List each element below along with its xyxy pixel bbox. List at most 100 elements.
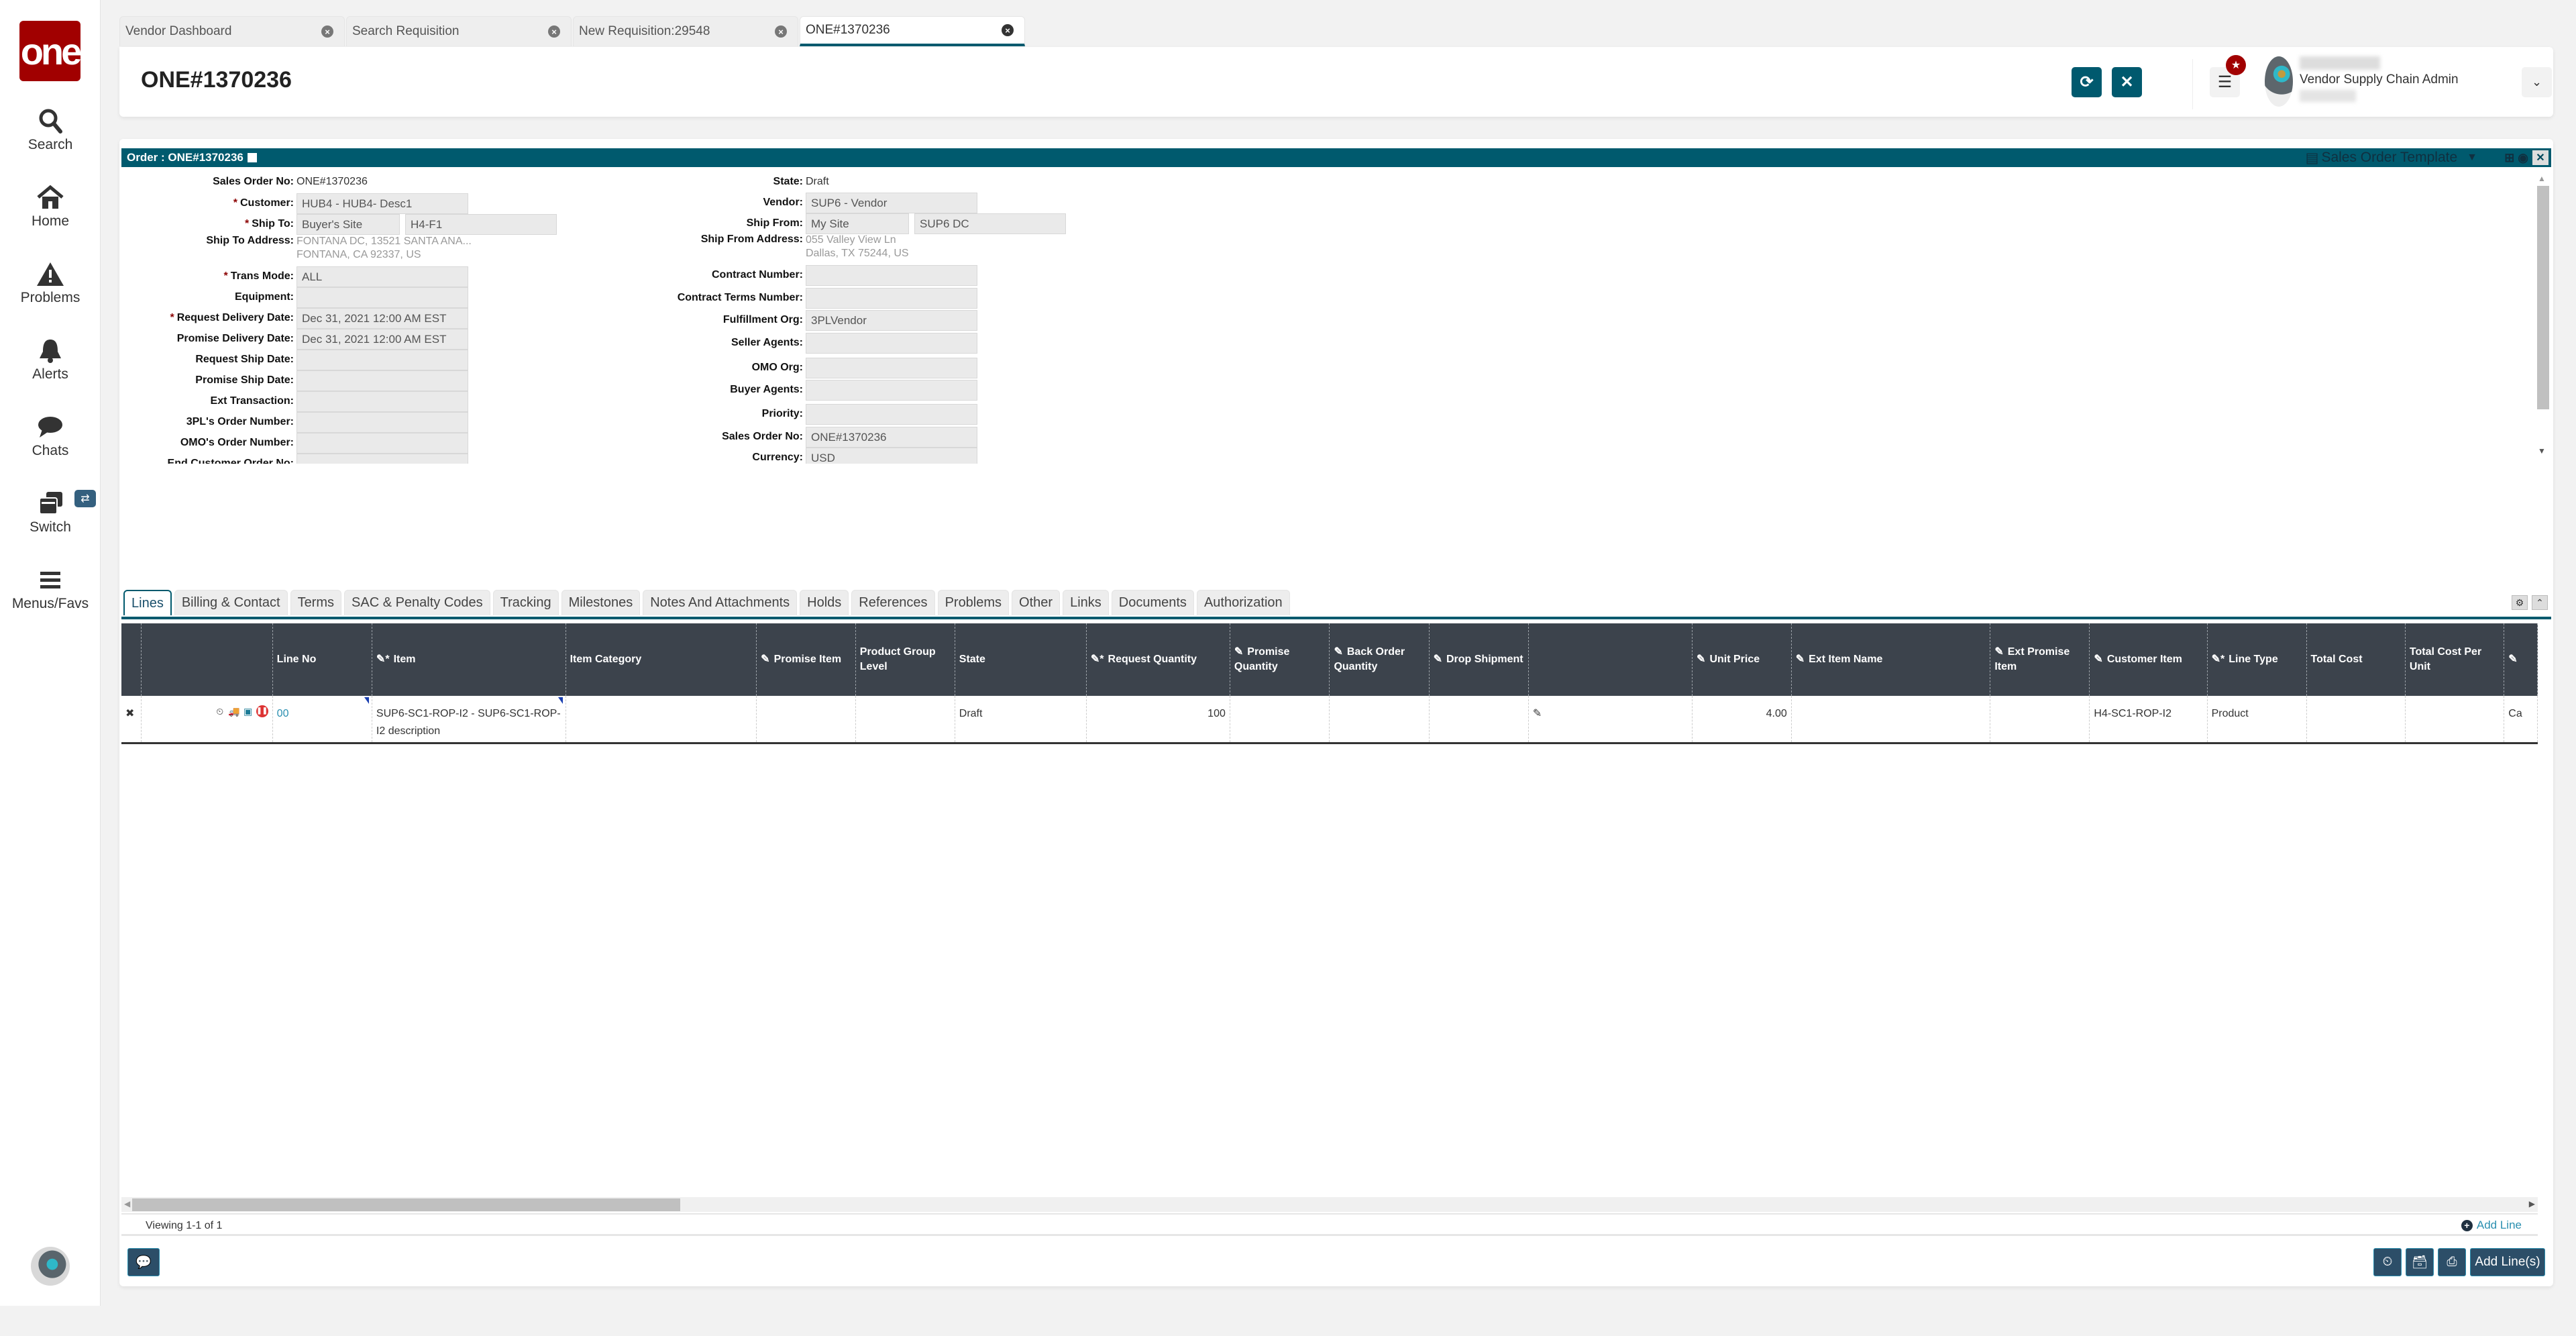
column-header-drop_shipment[interactable]: ✎ Drop Shipment	[1429, 623, 1529, 696]
tab-terms[interactable]: Terms	[290, 590, 342, 615]
ship-from-type-field[interactable]: My Site	[806, 213, 909, 234]
tab-new-requisition[interactable]: New Requisition:29548 ×	[573, 16, 798, 46]
grid-horizontal-scrollbar[interactable]: ◀ ▶	[121, 1197, 2538, 1212]
close-tab-icon[interactable]: ×	[321, 25, 333, 38]
tab-milestones[interactable]: Milestones	[561, 590, 641, 615]
nav-chats[interactable]: Chats	[0, 413, 101, 459]
user-menu-dropdown[interactable]: ⌄	[2522, 67, 2552, 97]
sales-order-no-field[interactable]: ONE#1370236	[806, 426, 977, 448]
tab-order[interactable]: ONE#1370236 ×	[800, 16, 1025, 46]
chat-button[interactable]: 💬	[127, 1248, 160, 1276]
column-header-total_cost_per_unit[interactable]: Total Cost Per Unit	[2405, 623, 2505, 696]
tab-documents[interactable]: Documents	[1111, 590, 1194, 615]
schedule-list-icon[interactable]: ⏲	[214, 705, 226, 717]
nav-problems[interactable]: Problems	[0, 260, 101, 306]
add-line-link[interactable]: + Add Line	[2461, 1219, 2522, 1232]
tab-tracking[interactable]: Tracking	[492, 590, 559, 615]
column-label: State	[959, 654, 985, 665]
close-tab-icon[interactable]: ×	[775, 25, 787, 38]
ship-from-site-field[interactable]: SUP6 DC	[914, 213, 1066, 234]
tab-holds[interactable]: Holds	[800, 590, 849, 615]
seller-agents-field[interactable]	[806, 332, 977, 354]
scrollbar-thumb[interactable]	[2537, 186, 2549, 409]
tab-search-requisition[interactable]: Search Requisition ×	[346, 16, 572, 46]
column-header-request_quantity[interactable]: ✎* Request Quantity	[1086, 623, 1230, 696]
tab-authorization[interactable]: Authorization	[1196, 590, 1290, 615]
refresh-button[interactable]: ⟳	[2072, 67, 2102, 97]
hierarchy-eye-icons[interactable]: ⊞ ◉	[2504, 151, 2528, 165]
archive-button[interactable]: 🗃	[2406, 1248, 2434, 1276]
truck-icon[interactable]: 🚚	[228, 705, 240, 717]
user-avatar[interactable]	[2265, 56, 2293, 107]
close-tab-icon[interactable]: ×	[548, 25, 560, 38]
template-selector[interactable]: ▤ Sales Order Template ▼	[2306, 148, 2477, 167]
form-row-sales-order-no: Sales Order No: ONE#1370236	[119, 426, 977, 448]
nav-alerts[interactable]: Alerts	[0, 337, 101, 382]
column-header-line_no[interactable]: Line No	[272, 623, 372, 696]
grid-tools: ⚙ ⌃	[2512, 595, 2548, 610]
nav-search[interactable]: Search	[0, 107, 101, 153]
column-header-item[interactable]: ✎* Item	[372, 623, 566, 696]
currency-field[interactable]: USD	[806, 447, 977, 464]
grid-settings-icon[interactable]: ⚙	[2512, 595, 2528, 610]
document-icon[interactable]	[247, 153, 257, 162]
tab-links[interactable]: Links	[1063, 590, 1109, 615]
cell-item_category	[566, 696, 757, 744]
column-header-unit_price[interactable]: ✎ Unit Price	[1692, 623, 1792, 696]
line_no-value[interactable]: 00	[277, 708, 289, 719]
tab-billing-contact[interactable]: Billing & Contact	[174, 590, 288, 615]
close-page-button[interactable]: ✕	[2112, 67, 2142, 97]
scroll-down-icon[interactable]: ▼	[2538, 446, 2546, 456]
column-header-ext_item_name[interactable]: ✎ Ext Item Name	[1791, 623, 1991, 696]
omo-org-field[interactable]	[806, 357, 977, 378]
scroll-right-icon[interactable]: ▶	[2529, 1199, 2535, 1209]
archive-box-icon[interactable]: ▣	[242, 705, 254, 717]
tab-notes-and-attachments[interactable]: Notes And Attachments	[643, 590, 798, 615]
column-header-promise_item[interactable]: ✎ Promise Item	[756, 623, 856, 696]
collapse-icon[interactable]: ⌃	[2532, 595, 2548, 610]
fulfillment-org-field[interactable]: 3PLVendor	[806, 309, 977, 331]
scrollbar-thumb[interactable]	[132, 1198, 680, 1211]
user-avatar-small[interactable]	[31, 1247, 70, 1286]
scroll-up-icon[interactable]: ▲	[2538, 174, 2546, 183]
favorite-star-icon[interactable]: ★	[2226, 55, 2246, 75]
nav-home[interactable]: Home	[0, 184, 101, 229]
switch-badge-icon[interactable]: ⇄	[74, 490, 96, 507]
column-header-back_order_quantity[interactable]: ✎ Back Order Quantity	[1329, 623, 1430, 696]
tab-references[interactable]: References	[851, 590, 935, 615]
close-tab-icon[interactable]: ×	[1002, 24, 1014, 36]
nav-alerts-label: Alerts	[32, 366, 68, 382]
priority-field[interactable]	[806, 403, 977, 425]
contract-terms-number-field[interactable]	[806, 287, 977, 309]
item-value[interactable]: SUP6-SC1-ROP-I2 - SUP6-SC1-ROP-I2 descri…	[376, 708, 561, 737]
form-vertical-scrollbar[interactable]: ▲ ▼	[2536, 174, 2549, 456]
column-header-line_type[interactable]: ✎* Line Type	[2207, 623, 2307, 696]
tab-lines[interactable]: Lines	[123, 590, 172, 615]
column-header-item_category[interactable]: Item Category	[566, 623, 757, 696]
column-label: Total Cost	[2310, 654, 2363, 665]
nav-chats-label: Chats	[32, 443, 69, 458]
hold-icon[interactable]: ❚❚	[256, 705, 268, 717]
column-header-ext_promise_item[interactable]: ✎ Ext Promise Item	[1990, 623, 2090, 696]
tab-sac-penalty-codes[interactable]: SAC & Penalty Codes	[344, 590, 490, 615]
app-logo[interactable]: one	[19, 21, 82, 81]
column-header-promise_quantity[interactable]: ✎ Promise Quantity	[1230, 623, 1330, 696]
scroll-left-icon[interactable]: ◀	[124, 1199, 130, 1209]
print-button[interactable]: ⎙	[2438, 1248, 2466, 1276]
buyer-agents-field[interactable]	[806, 379, 977, 401]
nav-menus-favs[interactable]: Menus/Favs	[0, 566, 101, 612]
tab-vendor-dashboard[interactable]: Vendor Dashboard ×	[119, 16, 345, 46]
vendor-field[interactable]: SUP6 - Vendor	[806, 192, 977, 213]
tab-problems[interactable]: Problems	[937, 590, 1010, 615]
column-header-product_group_level[interactable]: Product Group Level	[855, 623, 955, 696]
column-header-customer_item[interactable]: ✎ Customer Item	[2089, 623, 2208, 696]
tab-other[interactable]: Other	[1012, 590, 1061, 615]
column-header-state[interactable]: State	[955, 623, 1087, 696]
close-panel-button[interactable]: ✕	[2532, 150, 2548, 165]
add-lines-button[interactable]: Add Line(s)	[2470, 1248, 2545, 1276]
history-button[interactable]: ⏲	[2373, 1248, 2402, 1276]
column-header-total_cost[interactable]: Total Cost	[2306, 623, 2406, 696]
contract-number-field[interactable]	[806, 264, 977, 286]
edit-line-icon[interactable]: ✎	[1533, 708, 1542, 719]
delete-row-icon[interactable]: ✖	[125, 708, 134, 719]
